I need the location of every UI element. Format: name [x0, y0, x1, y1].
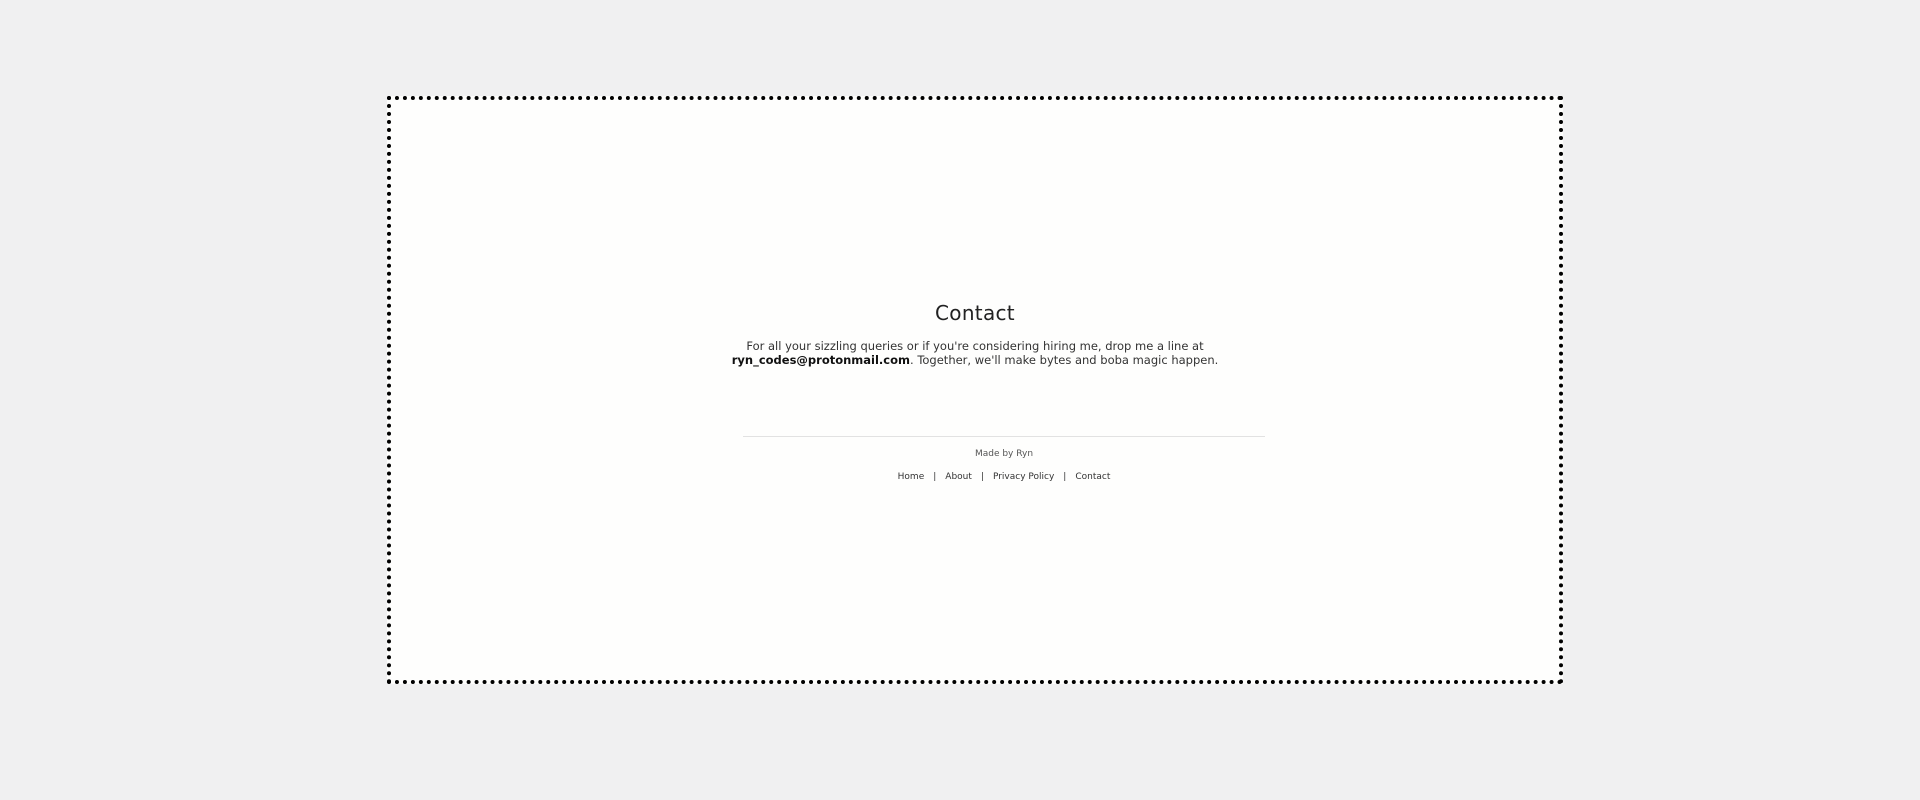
footer-separator: | [933, 472, 937, 482]
page-frame: Contact For all your sizzling queries or… [387, 96, 1563, 684]
footer-separator: | [980, 472, 984, 482]
footer: Made by Ryn Home | About | Privacy Policy | Co… [743, 436, 1265, 483]
footer-nav: Home | About | Privacy Policy | Contact [743, 471, 1265, 483]
footer-link-contact[interactable]: Contact [1075, 472, 1110, 482]
footer-link-privacy-policy[interactable]: Privacy Policy [993, 472, 1054, 482]
blurb-intro: For all your sizzling queries or if you'… [746, 339, 1204, 353]
blurb-outro: . Together, we'll make bytes and boba ma… [910, 353, 1219, 367]
made-by-text: Made by Ryn [974, 449, 1034, 459]
footer-separator: | [1063, 472, 1067, 482]
page-title: Contact [935, 301, 1015, 325]
contact-section: Contact For all your sizzling queries or… [391, 300, 1559, 367]
footer-link-home[interactable]: Home [898, 472, 925, 482]
contact-blurb: For all your sizzling queries or if you'… [705, 339, 1245, 367]
footer-link-about[interactable]: About [945, 472, 972, 482]
contact-email: ryn_codes@protonmail.com [731, 353, 911, 367]
